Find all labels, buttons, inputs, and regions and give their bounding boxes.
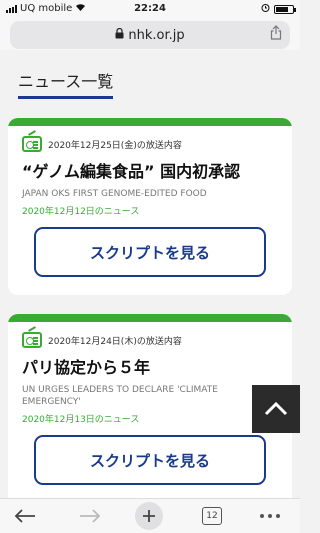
news-date: 2020年12月12日のニュース [22,207,140,217]
more-dots-icon [260,514,280,518]
status-bar: UQ mobile 22:24 [0,0,300,18]
browser-address-area: nhk.or.jp [0,18,300,50]
broadcast-label: 2020年12月24日(木)の放送内容 [48,336,182,347]
headline[interactable]: “ゲノム編集食品” 国内初承認 [22,158,278,182]
lock-icon [115,27,124,42]
arrow-right-icon [80,509,101,523]
card-body: 2020年12月24日(木)の放送内容 パリ協定から５年 UN URGES LE… [8,322,292,485]
radio-icon [22,326,42,348]
card-body: 2020年12月25日(金)の放送内容 “ゲノム編集食品” 国内初承認 JAPA… [8,126,292,277]
news-date: 2020年12月13日のニュース [22,415,140,425]
view-script-button[interactable]: スクリプトを見る [34,435,266,485]
broadcast-label: 2020年12月25日(金)の放送内容 [48,140,182,151]
headline[interactable]: パリ協定から５年 [22,354,278,378]
arrow-left-icon [14,509,35,523]
url-text: nhk.or.jp [128,27,185,43]
new-tab-button[interactable] [135,502,163,530]
back-button[interactable] [10,503,40,529]
card-accent-bar [8,314,292,322]
radio-icon [22,130,42,152]
status-right [261,3,296,15]
news-card-2: 2020年12月24日(木)の放送内容 パリ協定から５年 UN URGES LE… [8,314,292,498]
more-button[interactable] [255,503,285,529]
share-icon[interactable] [270,25,282,44]
headline-english: UN URGES LEADERS TO DECLARE 'CLIMATE EME… [22,385,218,407]
battery-fill [276,6,288,12]
clock: 22:24 [134,3,166,14]
page-title: ニュース一覧 [18,68,114,99]
card-accent-bar [8,118,292,126]
alarm-icon [261,3,270,15]
address-bar[interactable]: nhk.or.jp [10,21,290,49]
headline-english: JAPAN OKS FIRST GENOME-EDITED FOOD [22,189,207,199]
chevron-up-icon [264,402,288,416]
view-script-button[interactable]: スクリプトを見る [34,227,266,277]
battery-icon [274,4,296,14]
tabs-button[interactable]: 12 [202,507,222,525]
news-card-1: 2020年12月25日(金)の放送内容 “ゲノム編集食品” 国内初承認 JAPA… [8,118,292,295]
scroll-to-top-button[interactable] [252,385,300,433]
browser-toolbar: 12 [0,498,300,533]
plus-icon [143,510,155,522]
broadcast-row: 2020年12月25日(金)の放送内容 [22,130,278,152]
broadcast-row: 2020年12月24日(木)の放送内容 [22,326,278,348]
forward-button[interactable] [75,503,105,529]
